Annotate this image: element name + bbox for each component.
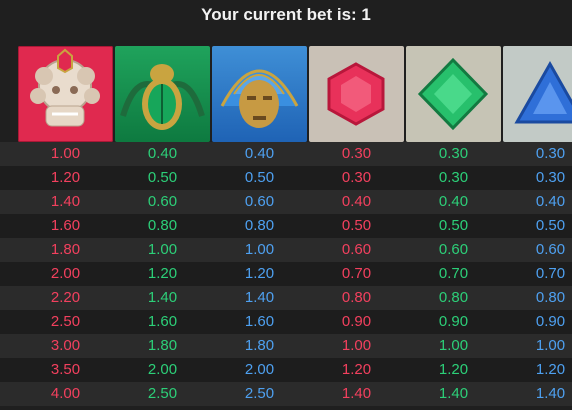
payout-value: 0.80 (244, 217, 275, 234)
payout-value: 1.60 (50, 217, 81, 234)
payout-value: 0.50 (535, 217, 566, 234)
red-dragon-mask-icon (18, 46, 113, 142)
paytable: 1.00 0.40 0.40 0.30 0.30 0.30 1.20 0.50 0.50 0.30… (0, 142, 572, 406)
green-scarab-icon (115, 46, 210, 142)
payout-value: 0.40 (438, 193, 469, 210)
payout-value: 0.60 (341, 241, 372, 258)
payout-value: 1.20 (438, 361, 469, 378)
table-row: 3.00 1.80 1.80 1.00 1.00 1.00 (0, 334, 572, 358)
blue-triangle-gem-icon (503, 46, 572, 142)
payout-value: 3.50 (50, 361, 81, 378)
payout-value: 1.00 (438, 337, 469, 354)
payout-value: 1.00 (50, 145, 81, 162)
payout-value: 0.70 (438, 265, 469, 282)
payout-value: 0.40 (535, 193, 566, 210)
payout-value: 0.30 (535, 169, 566, 186)
payout-value: 1.00 (341, 337, 372, 354)
payout-value: 0.50 (438, 217, 469, 234)
payout-value: 0.90 (438, 313, 469, 330)
symbol-header-row (18, 46, 572, 142)
payout-value: 0.50 (341, 217, 372, 234)
payout-value: 0.80 (341, 289, 372, 306)
red-gem-icon (309, 46, 404, 142)
table-row: 2.00 1.20 1.20 0.70 0.70 0.70 (0, 262, 572, 286)
payout-value: 1.40 (50, 193, 81, 210)
payout-value: 0.30 (535, 145, 566, 162)
payout-value: 0.30 (341, 145, 372, 162)
table-row: 1.20 0.50 0.50 0.30 0.30 0.30 (0, 166, 572, 190)
payout-value: 1.80 (244, 337, 275, 354)
payout-value: 1.20 (50, 169, 81, 186)
payout-value: 0.30 (341, 169, 372, 186)
payout-value: 2.50 (50, 313, 81, 330)
payout-value: 2.20 (50, 289, 81, 306)
payout-value: 0.50 (147, 169, 178, 186)
payout-value: 2.00 (244, 361, 275, 378)
payout-value: 1.60 (147, 313, 178, 330)
payout-value: 0.60 (244, 193, 275, 210)
payout-value: 1.00 (244, 241, 275, 258)
payout-value: 1.40 (244, 289, 275, 306)
payout-value: 1.40 (147, 289, 178, 306)
payout-value: 0.90 (341, 313, 372, 330)
payout-value: 1.00 (147, 241, 178, 258)
payout-value: 0.90 (535, 313, 566, 330)
table-row: 1.80 1.00 1.00 0.60 0.60 0.60 (0, 238, 572, 262)
payout-value: 2.00 (50, 265, 81, 282)
payout-value: 3.00 (50, 337, 81, 354)
payout-value: 0.80 (147, 217, 178, 234)
payout-value: 0.80 (535, 289, 566, 306)
payout-value: 0.40 (244, 145, 275, 162)
payout-value: 4.00 (50, 385, 81, 402)
payout-value: 0.30 (438, 169, 469, 186)
current-bet-title: Your current bet is: 1 (201, 5, 371, 24)
green-gem-icon (406, 46, 501, 142)
payout-value: 2.50 (244, 385, 275, 402)
payout-value: 1.20 (341, 361, 372, 378)
table-row: 1.00 0.40 0.40 0.30 0.30 0.30 (0, 142, 572, 166)
payout-value: 0.40 (147, 145, 178, 162)
payout-value: 1.00 (535, 337, 566, 354)
payout-value: 1.40 (341, 385, 372, 402)
table-row: 1.40 0.60 0.60 0.40 0.40 0.40 (0, 190, 572, 214)
payout-value: 1.20 (535, 361, 566, 378)
table-row: 2.20 1.40 1.40 0.80 0.80 0.80 (0, 286, 572, 310)
payout-value: 0.70 (535, 265, 566, 282)
payout-value: 0.30 (438, 145, 469, 162)
payout-value: 1.20 (244, 265, 275, 282)
payout-value: 2.50 (147, 385, 178, 402)
payout-value: 1.40 (438, 385, 469, 402)
payout-value: 1.80 (50, 241, 81, 258)
payout-value: 1.20 (147, 265, 178, 282)
payout-value: 1.40 (535, 385, 566, 402)
payout-value: 0.60 (147, 193, 178, 210)
table-row: 4.00 2.50 2.50 1.40 1.40 1.40 (0, 382, 572, 406)
payout-value: 1.60 (244, 313, 275, 330)
table-row: 3.50 2.00 2.00 1.20 1.20 1.20 (0, 358, 572, 382)
blue-tribal-mask-icon (212, 46, 307, 142)
table-row: 1.60 0.80 0.80 0.50 0.50 0.50 (0, 214, 572, 238)
payout-value: 0.60 (535, 241, 566, 258)
payout-value: 0.40 (341, 193, 372, 210)
table-row: 2.50 1.60 1.60 0.90 0.90 0.90 (0, 310, 572, 334)
payout-value: 2.00 (147, 361, 178, 378)
payout-value: 1.80 (147, 337, 178, 354)
payout-value: 0.80 (438, 289, 469, 306)
payout-value: 0.70 (341, 265, 372, 282)
payout-value: 0.50 (244, 169, 275, 186)
payout-value: 0.60 (438, 241, 469, 258)
